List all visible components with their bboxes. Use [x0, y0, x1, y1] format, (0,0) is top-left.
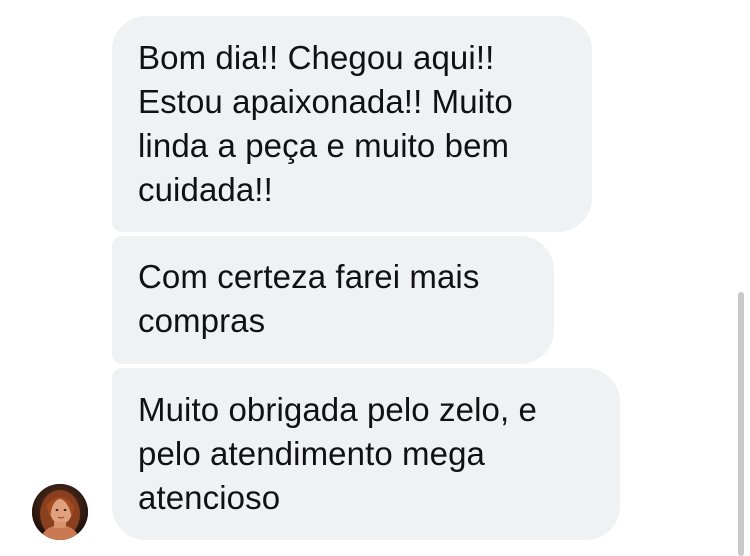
message-thread: Bom dia!! Chegou aqui!! Estou apaixonada…: [0, 0, 750, 556]
message-text-line: Com certeza farei mais: [138, 258, 480, 295]
sender-avatar[interactable]: [32, 484, 88, 540]
message-bubble[interactable]: Bom dia!! Chegou aqui!! Estou apaixonada…: [112, 16, 592, 232]
message-text-line: cuidada!!: [138, 171, 273, 208]
message-text-line: Bom dia!! Chegou aqui!!: [138, 39, 495, 76]
message-bubble[interactable]: Com certeza farei mais compras: [112, 236, 554, 364]
message-bubble[interactable]: Muito obrigada pelo zelo, e pelo atendim…: [112, 368, 620, 540]
message-text-line: Muito obrigada pelo zelo, e: [138, 391, 537, 428]
message-text-line: linda a peça e muito bem: [138, 127, 510, 164]
message-text-line: Estou apaixonada!! Muito: [138, 83, 513, 120]
message-text-line: pelo atendimento mega: [138, 435, 486, 472]
avatar-portrait-image: [32, 484, 88, 540]
message-text-line: compras: [138, 302, 266, 339]
scrollbar-thumb[interactable]: [738, 292, 744, 556]
message-text-line: atencioso: [138, 479, 281, 516]
